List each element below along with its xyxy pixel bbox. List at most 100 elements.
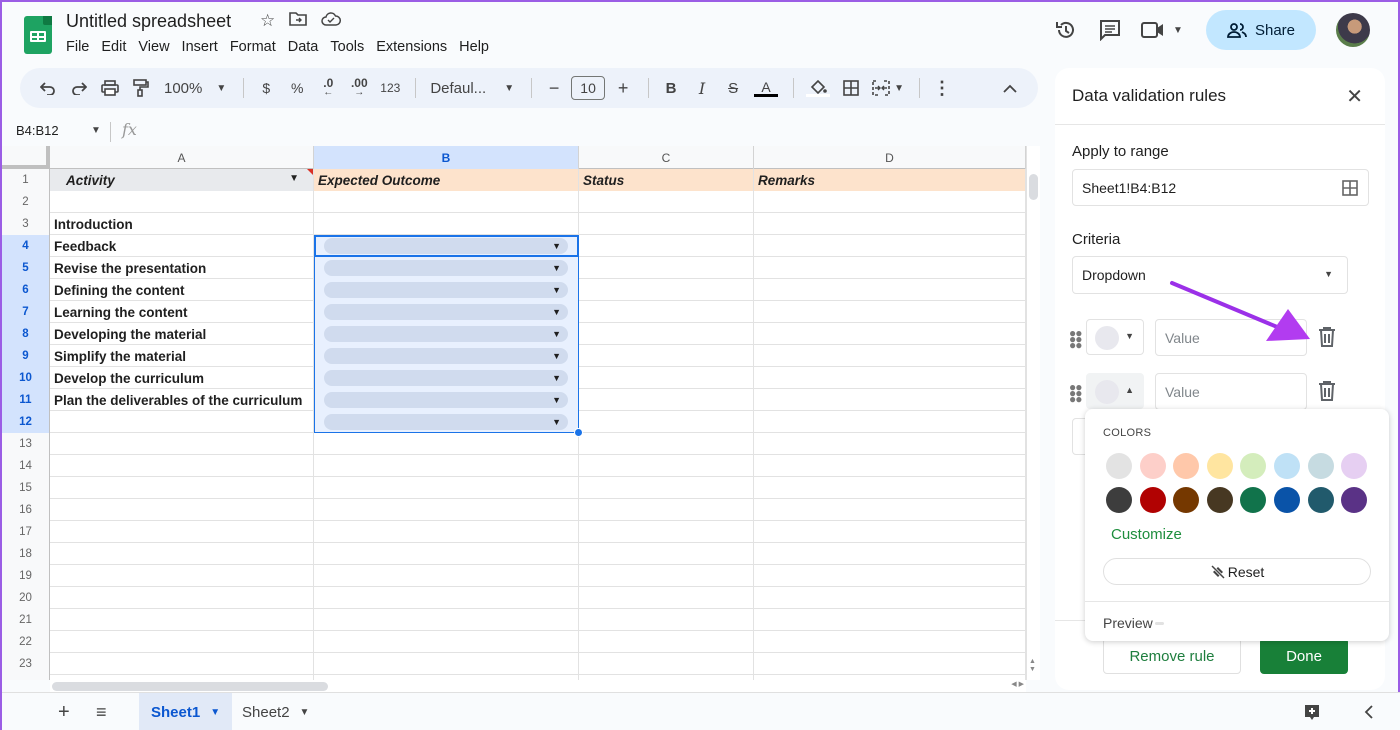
star-icon[interactable]: ☆ [260,11,275,32]
zoom-select[interactable]: 100% ▼ [158,74,232,102]
filter-caret-icon[interactable]: ▼ [289,173,299,184]
cell-c7[interactable] [579,301,754,323]
cell-b14[interactable] [314,455,579,477]
cell-b4[interactable]: ▼ [314,235,579,257]
user-avatar[interactable] [1336,13,1370,47]
name-box-caret-icon[interactable]: ▼ [91,125,101,136]
dropdown-chip[interactable]: ▼ [324,304,568,320]
cell-a2[interactable] [50,191,314,213]
menu-format[interactable]: Format [230,38,282,56]
cell-a1[interactable]: Activity ▼ [50,169,314,191]
menu-data[interactable]: Data [288,38,325,56]
cell-a16[interactable] [50,499,314,521]
cell-a4[interactable]: Feedback [50,235,314,257]
cell-c13[interactable] [579,433,754,455]
cell-b15[interactable] [314,477,579,499]
dropdown-chip[interactable]: ▼ [324,348,568,364]
cell-c6[interactable] [579,279,754,301]
cell-b8[interactable]: ▼ [314,323,579,345]
row-header[interactable]: 13 [2,433,50,455]
row-header[interactable]: 1 [2,169,50,191]
name-box[interactable]: B4:B12 [16,123,59,138]
cell-d20[interactable] [754,587,1026,609]
cell-b12[interactable]: ▼ [314,411,579,433]
cell-b2[interactable] [314,191,579,213]
cell-a10[interactable]: Develop the curriculum [50,367,314,389]
cell-a15[interactable] [50,477,314,499]
cell-b21[interactable] [314,609,579,631]
row-header[interactable]: 9 [2,345,50,367]
cell-c15[interactable] [579,477,754,499]
decrease-decimal-button[interactable]: .0 ← [314,74,342,102]
cell-a13[interactable] [50,433,314,455]
cell-a19[interactable] [50,565,314,587]
select-range-icon[interactable] [1342,180,1358,196]
menu-extensions[interactable]: Extensions [376,38,453,56]
cell-c2[interactable] [579,191,754,213]
menu-file[interactable]: File [66,38,95,56]
cell-d23[interactable] [754,653,1026,675]
color-swatch-light-4[interactable] [1206,453,1233,479]
hscroll-arrows-icon[interactable]: ◀ ▶ [1011,680,1024,688]
menu-insert[interactable]: Insert [182,38,224,56]
color-swatch-dark-3[interactable] [1173,487,1200,513]
row-header[interactable]: 10 [2,367,50,389]
cell-a14[interactable] [50,455,314,477]
row-header[interactable]: 18 [2,543,50,565]
cell-b20[interactable] [314,587,579,609]
undo-icon[interactable] [34,74,62,102]
more-formats-button[interactable]: 123 [376,74,404,102]
cell-c22[interactable] [579,631,754,653]
collapse-toolbar-icon[interactable] [996,74,1024,102]
cell-d1[interactable]: Remarks [754,169,1026,191]
row-header[interactable]: 14 [2,455,50,477]
merge-cells-button[interactable]: ▼ [868,74,908,102]
cell-d15[interactable] [754,477,1026,499]
color-swatch-light-5[interactable] [1240,453,1267,479]
dropdown-chip[interactable]: ▼ [324,326,568,342]
bold-button[interactable]: B [657,74,685,102]
cell-c19[interactable] [579,565,754,587]
fill-color-icon[interactable] [802,74,834,102]
column-header-b[interactable]: B [314,146,579,169]
color-swatch-light-8[interactable] [1341,453,1368,479]
share-button[interactable]: Share [1206,10,1316,50]
cell-b11[interactable]: ▼ [314,389,579,411]
decrease-font-size-button[interactable]: − [540,74,568,102]
row-header[interactable]: 6 [2,279,50,301]
delete-item-icon[interactable] [1315,379,1339,403]
row-header[interactable]: 21 [2,609,50,631]
dropdown-chip[interactable]: ▼ [324,282,568,298]
all-sheets-icon[interactable]: ≡ [96,693,107,730]
cell-a8[interactable]: Developing the material [50,323,314,345]
row-header[interactable]: 12 [2,411,50,433]
side-panel-toggle-icon[interactable] [1364,693,1373,730]
vertical-scrollbar[interactable]: ▲ ▼ [1026,146,1040,680]
color-swatch-dark-8[interactable] [1341,487,1368,513]
color-swatch-dark-6[interactable] [1274,487,1300,513]
font-select[interactable]: Defaul... ▼ [424,74,520,102]
cell-d11[interactable] [754,389,1026,411]
document-title[interactable]: Untitled spreadsheet [66,11,231,32]
color-swatch-dark-4[interactable] [1206,487,1233,513]
cell-d8[interactable] [754,323,1026,345]
menu-help[interactable]: Help [459,38,495,56]
select-all-corner[interactable] [2,146,50,169]
cell-d10[interactable] [754,367,1026,389]
color-swatch-light-2[interactable] [1139,453,1166,479]
cell-c5[interactable] [579,257,754,279]
cell-c12[interactable] [579,411,754,433]
cell-c1[interactable]: Status [579,169,754,191]
paint-format-icon[interactable] [127,74,155,102]
cell-d7[interactable] [754,301,1026,323]
cell-c20[interactable] [579,587,754,609]
cell-a11[interactable]: Plan the deliverables of the curriculum [50,389,314,411]
cell-b5[interactable]: ▼ [314,257,579,279]
cell-b1[interactable]: Expected Outcome [314,169,579,191]
cell-d4[interactable] [754,235,1026,257]
color-swatch-dark-5[interactable] [1240,487,1267,513]
done-button[interactable]: Done [1260,638,1348,674]
customize-link[interactable]: Customize [1111,526,1182,543]
row-header[interactable]: 4 [2,235,50,257]
remove-rule-button[interactable]: Remove rule [1103,638,1241,674]
